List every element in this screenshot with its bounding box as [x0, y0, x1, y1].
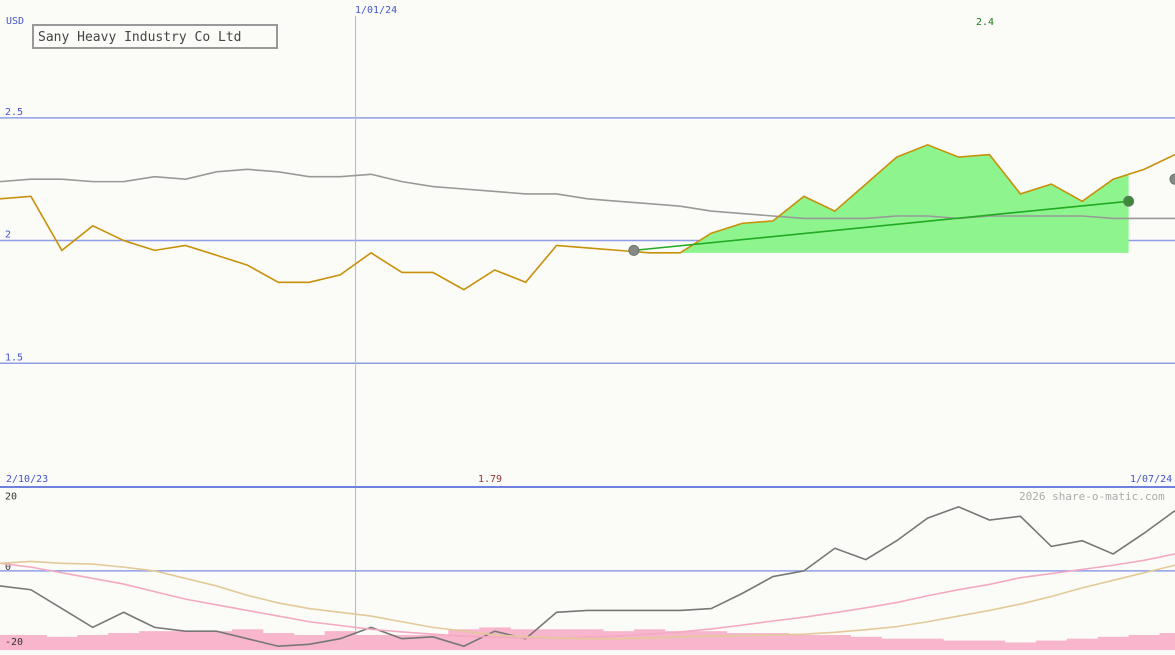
date-label-start: 2/10/23	[6, 474, 48, 485]
volume-bar-31	[943, 640, 975, 650]
volume-bar-4	[108, 633, 140, 650]
y-tick-label-1: 2	[5, 230, 11, 241]
chart-background	[0, 0, 1175, 650]
volume-bar-35	[1066, 638, 1099, 650]
volume-bar-26	[788, 634, 820, 650]
high-annotation: 2.4	[976, 17, 994, 28]
volume-bar-8	[231, 629, 264, 650]
volume-bar-36	[1097, 636, 1130, 650]
volume-bar-18	[541, 629, 573, 650]
lower-y-tick-label-0: 20	[5, 492, 17, 503]
volume-bar-21	[633, 629, 666, 650]
chart-title: Sany Heavy Industry Co Ltd	[38, 30, 242, 45]
marker-end-1	[1123, 195, 1135, 207]
lower-y-tick-label-2: -20	[5, 637, 23, 648]
volume-bar-13	[386, 634, 418, 650]
chart-stage: 2.5 2 1.5 20 0 -20 USD 1/01/24 2/10/23 1/07/…	[0, 0, 1175, 650]
y-tick-label-2: 1.5	[5, 352, 23, 363]
volume-bar-23	[695, 631, 728, 650]
volume-bar-28	[850, 636, 882, 650]
volume-bar-20	[602, 631, 635, 650]
volume-bar-3	[77, 634, 109, 650]
volume-bar-27	[819, 634, 851, 650]
volume-bar-5	[139, 631, 171, 650]
volume-bar-33	[1004, 642, 1037, 650]
volume-bar-19	[572, 629, 604, 650]
volume-bar-22	[664, 631, 697, 650]
low-annotation: 1.79	[478, 474, 502, 485]
watermark: 2026 share-o-matic.com	[1019, 490, 1165, 503]
volume-bar-12	[355, 634, 388, 650]
volume-bar-30	[912, 638, 944, 650]
date-label-end: 1/07/24	[1130, 474, 1172, 485]
price-chart: 2.521.5 200-20 USD 1/01/24 2/10/23 1/07/…	[0, 0, 1175, 650]
volume-bar-34	[1035, 640, 1068, 650]
volume-bar-38	[1159, 633, 1175, 650]
volume-bar-17	[510, 629, 542, 650]
y-axis-unit: USD	[6, 16, 24, 27]
y-tick-label-0: 2.5	[5, 107, 23, 118]
volume-bar-9	[262, 633, 295, 650]
volume-bar-29	[881, 638, 913, 650]
volume-bar-2	[46, 636, 78, 650]
volume-bar-37	[1128, 634, 1161, 650]
marker-start-0	[628, 244, 640, 256]
volume-bar-32	[974, 640, 1006, 650]
volume-bar-6	[170, 631, 202, 650]
date-label-mid: 1/01/24	[355, 5, 397, 16]
